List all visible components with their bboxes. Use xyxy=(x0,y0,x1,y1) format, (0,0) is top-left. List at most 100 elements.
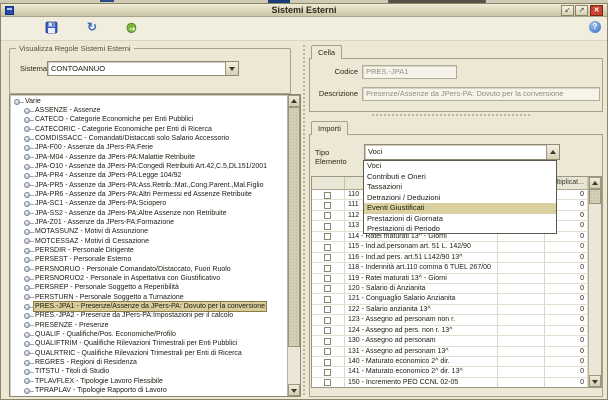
help-icon[interactable]: ? xyxy=(589,21,601,33)
rules-tree[interactable]: Varie ASSENZE - Assenze CATECO - Categor… xyxy=(9,94,301,397)
tree-item[interactable]: JPA-PR6 - Assenze da JPers-PA:Altri Perm… xyxy=(24,190,287,199)
sistema-dropdown-button[interactable] xyxy=(225,62,238,75)
tree-item[interactable]: JPA-O10 - Assenze da JPers-PA:Congedi Re… xyxy=(24,162,287,171)
row-checkbox[interactable] xyxy=(324,254,331,261)
refresh-icon[interactable]: ↻ xyxy=(85,21,99,35)
row-checkbox[interactable] xyxy=(324,317,331,324)
row-checkbox[interactable] xyxy=(324,327,331,334)
row-checkbox[interactable] xyxy=(324,306,331,313)
tree-item[interactable]: TITSTU - Titoli di Studio xyxy=(24,367,287,376)
table-row[interactable]: 150 - Incremento PEO CCNL 02-05 0 xyxy=(312,378,588,387)
moltiplicatore-cell[interactable]: 0 xyxy=(545,347,588,356)
tree-item[interactable]: PRES.-JPA2 - Presenze da JPers-PA:Impost… xyxy=(24,311,287,320)
row-checkbox[interactable] xyxy=(324,244,331,251)
dropdown-option[interactable]: Contributi e Oneri xyxy=(364,172,556,183)
minimize-button[interactable]: ↙ xyxy=(561,5,574,16)
tipo-elemento-combobox[interactable]: Voci xyxy=(364,144,560,160)
tree-item[interactable]: JPA-M04 - Assenze da JPers-PA:Malattie R… xyxy=(24,153,287,162)
tree-item[interactable]: ASSENZE - Assenze xyxy=(24,106,287,115)
table-row[interactable]: 123 - Assegno ad personam non r. 0 xyxy=(312,315,588,325)
tree-item[interactable]: MOTCESSAZ - Motivi di Cessazione xyxy=(24,237,287,246)
row-checkbox[interactable] xyxy=(324,348,331,355)
codice-field[interactable]: PRES.-JPA1 xyxy=(362,65,457,79)
dropdown-option[interactable]: Eventi Giustificati xyxy=(364,203,556,214)
dropdown-option[interactable]: Tassazioni xyxy=(364,182,556,193)
row-checkbox[interactable] xyxy=(324,369,331,376)
moltiplicatore-cell[interactable]: 0 xyxy=(545,294,588,303)
close-button[interactable]: ✕ xyxy=(590,5,603,16)
row-checkbox[interactable] xyxy=(324,275,331,282)
tipo-elemento-dropdown-button[interactable] xyxy=(546,145,559,159)
moltiplicatore-cell[interactable]: 0 xyxy=(545,284,588,293)
vertical-splitter[interactable] xyxy=(302,44,307,397)
moltiplicatore-cell[interactable]: 0 xyxy=(545,263,588,272)
row-checkbox[interactable] xyxy=(324,202,331,209)
table-scrollbar[interactable] xyxy=(588,177,601,387)
table-row[interactable]: 124 - Assegno ad pers. non r. 13^ 0 xyxy=(312,326,588,336)
tree-item[interactable]: PERSEST - Personale Esterno xyxy=(24,255,287,264)
tree-item[interactable]: COMDISSACC - Comandati/Distaccati solo S… xyxy=(24,134,287,143)
tree-item[interactable]: JPA-PR4 - Assenze da JPers-PA:Legge 104/… xyxy=(24,171,287,180)
table-row[interactable]: 131 - Assegno ad personam 13^ 0 xyxy=(312,347,588,357)
moltiplicatore-cell[interactable]: 0 xyxy=(545,305,588,314)
moltiplicatore-cell[interactable]: 0 xyxy=(545,367,588,376)
row-checkbox[interactable] xyxy=(324,192,331,199)
tree-item[interactable]: QUALIFTRIM - Qualifiche Rilevazioni Trim… xyxy=(24,339,287,348)
table-row[interactable]: 122 - Salario anzianita 13^ 0 xyxy=(312,305,588,315)
sistema-combobox[interactable]: CONTOANNUO xyxy=(47,61,239,76)
table-row[interactable]: 130 - Assegno ad personam 0 xyxy=(312,336,588,346)
tree-item[interactable]: JPA-SS2 - Assenze da JPers-PA:Altre Asse… xyxy=(24,209,287,218)
dropdown-option[interactable]: Prestazioni di Giornata xyxy=(364,214,556,225)
tree-item[interactable]: REGRES - Regioni di Residenza xyxy=(24,358,287,367)
table-row[interactable]: 119 - Ratei maturati 13^ - Giorni 0 xyxy=(312,274,588,284)
moltiplicatore-cell[interactable]: 0 xyxy=(545,253,588,262)
tree-item[interactable]: JPA-PR5 - Assenze da JPers-PA:Ass.Retrib… xyxy=(24,181,287,190)
maximize-button[interactable]: ↗ xyxy=(575,5,588,16)
descrizione-field[interactable]: Presenze/Assenze da JPers-PA: Dovuto per… xyxy=(362,87,600,101)
tree-item[interactable]: PERSNORUO2 - Personale in Aspettativa co… xyxy=(24,274,287,283)
row-checkbox[interactable] xyxy=(324,212,331,219)
moltiplicatore-cell[interactable]: 0 xyxy=(545,357,588,366)
moltiplicatore-cell[interactable]: 0 xyxy=(545,274,588,283)
scroll-down-button[interactable] xyxy=(288,384,300,396)
exit-icon[interactable] xyxy=(125,21,139,35)
moltiplicatore-cell[interactable]: 0 xyxy=(545,378,588,387)
tree-item[interactable]: TPRAPLAV - Tipologie Rapporto di Lavoro xyxy=(24,386,287,395)
scroll-up-button[interactable] xyxy=(288,95,300,107)
table-row[interactable]: 120 - Salario di Anzianita 0 xyxy=(312,284,588,294)
tree-item[interactable]: CATECO - Categorie Economiche per Enti P… xyxy=(24,115,287,124)
tree-item[interactable]: PERSNORUO - Personale Comandato/Distacca… xyxy=(24,265,287,274)
save-icon[interactable] xyxy=(45,21,59,35)
row-checkbox[interactable] xyxy=(324,223,331,230)
tree-item[interactable]: MOTASSUNZ - Motivi di Assunzione xyxy=(24,227,287,236)
moltiplicatore-cell[interactable]: 0 xyxy=(545,326,588,335)
table-row[interactable]: 115 - Ind.ad.personam art. 51 L. 142/90 … xyxy=(312,242,588,252)
tree-item[interactable]: CATECORIC - Categorie Economiche per Ent… xyxy=(24,125,287,134)
moltiplicatore-cell[interactable]: 0 xyxy=(545,336,588,345)
row-checkbox[interactable] xyxy=(324,379,331,386)
scroll-up-button[interactable] xyxy=(589,177,601,189)
scrollbar-thumb[interactable] xyxy=(288,107,300,347)
moltiplicatore-cell[interactable]: 0 xyxy=(545,242,588,251)
tree-item[interactable]: PRESENZE - Presenze xyxy=(24,321,287,330)
row-checkbox[interactable] xyxy=(324,338,331,345)
scrollbar-thumb[interactable] xyxy=(589,189,601,204)
tree-root-node[interactable]: Varie xyxy=(14,97,43,106)
table-row[interactable]: 118 - Indennità art.110 comma 6 TUEL 267… xyxy=(312,263,588,273)
row-checkbox[interactable] xyxy=(324,285,331,292)
table-row[interactable]: 121 - Conguaglio Salario Anzianita 0 xyxy=(312,294,588,304)
tree-item[interactable]: PERSDIR - Personale Dirigente xyxy=(24,246,287,255)
title-bar[interactable]: Sistemi Esterni ↙ ↗ ✕ xyxy=(1,4,607,17)
tree-item[interactable]: JPA-Z01 - Assenze da JPers-PA:Formazione xyxy=(24,218,287,227)
header-checkbox-column[interactable] xyxy=(312,177,345,189)
tree-item[interactable]: JPA-SC1 - Assenze da JPers-PA:Sciopero xyxy=(24,199,287,208)
tree-item[interactable]: QUALIF - Qualifiche/Pos. Economiche/Prof… xyxy=(24,330,287,339)
tree-item[interactable]: JPA-F00 - Assenze da JPers-PA:Ferie xyxy=(24,143,287,152)
dropdown-option[interactable]: Detrazioni / Deduzioni xyxy=(364,193,556,204)
table-row[interactable]: 140 - Maturato economico 2^ dir. 0 xyxy=(312,357,588,367)
row-checkbox[interactable] xyxy=(324,296,331,303)
dropdown-option[interactable]: Prestazioni di Periodo xyxy=(364,224,556,235)
horizontal-splitter[interactable] xyxy=(371,113,531,117)
table-row[interactable]: 141 - Maturato economico 2^ dir. 13^ 0 xyxy=(312,367,588,377)
tree-scrollbar[interactable] xyxy=(287,95,300,396)
